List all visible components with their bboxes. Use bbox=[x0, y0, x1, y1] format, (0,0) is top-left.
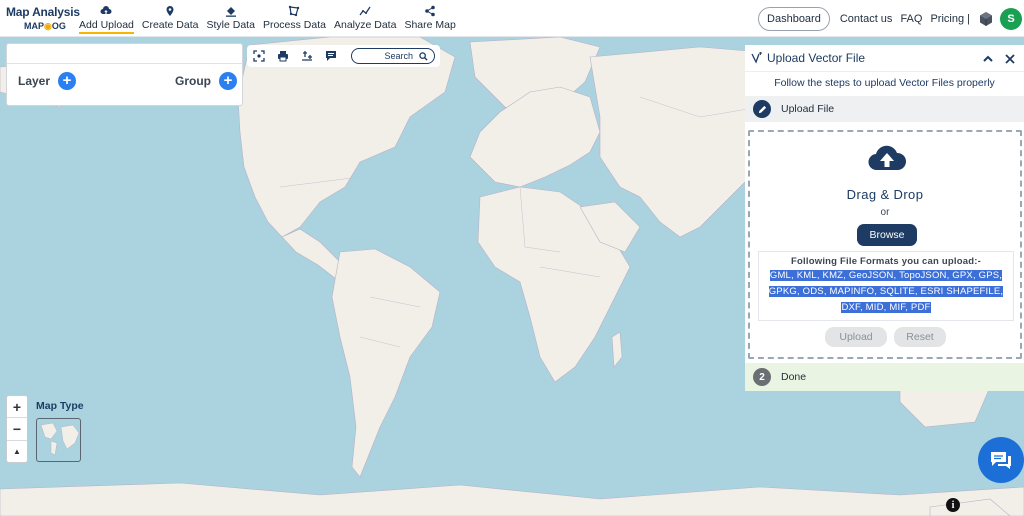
measure-icon[interactable] bbox=[301, 50, 313, 62]
map-search[interactable]: Search bbox=[351, 48, 435, 64]
chat-button[interactable] bbox=[978, 437, 1024, 483]
map-pin-icon bbox=[166, 6, 174, 16]
zoom-control: + − ▲ bbox=[6, 395, 28, 463]
step-upload-file[interactable]: Upload File bbox=[745, 96, 1024, 122]
step-done-number: 2 bbox=[753, 368, 771, 386]
cube-icon[interactable] bbox=[978, 11, 994, 27]
upload-panel-subtitle: Follow the steps to upload Vector Files … bbox=[774, 77, 995, 89]
upload-vector-panel: Upload Vector File Follow the steps to u… bbox=[745, 45, 1024, 391]
add-group-button[interactable]: + bbox=[219, 72, 237, 90]
print-icon[interactable] bbox=[277, 50, 289, 62]
nav-analyze-data[interactable]: Analyze Data bbox=[331, 5, 399, 35]
supported-formats-box: Following File Formats you can upload:- … bbox=[758, 251, 1014, 321]
step-done[interactable]: 2 Done bbox=[745, 363, 1024, 391]
or-separator: or bbox=[880, 207, 890, 218]
step-upload-file-label: Upload File bbox=[781, 103, 835, 115]
formats-header: Following File Formats you can upload:- bbox=[791, 256, 981, 267]
paint-bucket-icon bbox=[225, 7, 236, 17]
formats-list: GML, KML, KMZ, GeoJSON, TopoJSON, GPX, G… bbox=[768, 270, 1004, 313]
layer-row: Layer + bbox=[18, 72, 77, 90]
nav-add-upload[interactable]: Add Upload bbox=[76, 5, 137, 35]
logo-gis-mark: ◉ bbox=[44, 21, 52, 31]
comment-icon[interactable] bbox=[325, 50, 337, 62]
share-icon bbox=[425, 5, 435, 17]
app-logo[interactable]: Map Analysis MAP◉OG bbox=[6, 5, 80, 31]
dashboard-button[interactable]: Dashboard bbox=[758, 7, 830, 31]
formats-body: GML, KML, KMZ, GeoJSON, TopoJSON, GPX, G… bbox=[759, 267, 1013, 315]
nav-share-map[interactable]: Share Map bbox=[401, 5, 458, 35]
chat-icon bbox=[991, 452, 1011, 469]
cloud-upload-large-icon bbox=[868, 145, 906, 171]
upload-panel-header: Upload Vector File bbox=[745, 45, 1024, 72]
layer-panel: Layer + Group + bbox=[6, 43, 243, 106]
right-nav: Dashboard Contact us FAQ Pricing | S bbox=[758, 6, 1024, 32]
logo-title: Map Analysis bbox=[6, 5, 80, 19]
file-dropzone[interactable]: Drag & Drop or Browse Following File For… bbox=[748, 130, 1022, 359]
info-icon[interactable]: i bbox=[946, 498, 960, 512]
search-label: Search bbox=[384, 51, 413, 61]
analyze-icon bbox=[359, 6, 371, 16]
add-layer-button[interactable]: + bbox=[58, 72, 77, 90]
layer-panel-header bbox=[7, 44, 242, 64]
upload-panel-title: Upload Vector File bbox=[767, 51, 866, 65]
nav-process-data[interactable]: Process Data bbox=[260, 5, 329, 35]
drag-drop-title: Drag & Drop bbox=[846, 187, 924, 202]
nav-share-map-label: Share Map bbox=[404, 19, 456, 31]
vector-icon bbox=[751, 52, 762, 64]
reset-button[interactable]: Reset bbox=[894, 327, 946, 347]
nav-style-data-label: Style Data bbox=[206, 19, 255, 31]
nav-create-data[interactable]: Create Data bbox=[139, 5, 202, 35]
cloud-upload-icon bbox=[100, 6, 112, 14]
logo-subtitle: MAP◉OG bbox=[24, 21, 66, 32]
top-navbar: Map Analysis MAP◉OG Add Upload Create Da… bbox=[0, 0, 1024, 37]
collapse-icon[interactable] bbox=[980, 51, 996, 67]
map-thumbnail-image bbox=[40, 422, 80, 456]
user-avatar[interactable]: S bbox=[1000, 8, 1022, 30]
faq-link[interactable]: FAQ bbox=[900, 13, 922, 25]
pricing-link[interactable]: Pricing | bbox=[930, 13, 970, 25]
group-row: Group + bbox=[175, 72, 237, 90]
pencil-icon bbox=[753, 100, 771, 118]
search-icon bbox=[419, 51, 428, 61]
nav-analyze-data-label: Analyze Data bbox=[333, 19, 397, 31]
group-label: Group bbox=[175, 74, 211, 88]
close-icon[interactable] bbox=[1002, 51, 1018, 67]
compass-reset-button[interactable]: ▲ bbox=[7, 441, 27, 462]
layer-label: Layer bbox=[18, 74, 51, 88]
zoom-out-button[interactable]: − bbox=[7, 418, 27, 441]
logo-sub-prefix: MAP bbox=[24, 21, 44, 31]
zoom-in-button[interactable]: + bbox=[7, 396, 27, 419]
fullscreen-icon[interactable] bbox=[253, 50, 265, 62]
nav-style-data[interactable]: Style Data bbox=[204, 5, 258, 35]
nav-add-upload-label: Add Upload bbox=[79, 19, 134, 34]
upload-panel-controls bbox=[974, 51, 1018, 67]
logo-sub-suffix: OG bbox=[51, 21, 66, 31]
map-toolbar: Search bbox=[247, 45, 440, 67]
nav-process-data-label: Process Data bbox=[262, 19, 326, 31]
contact-link[interactable]: Contact us bbox=[840, 13, 893, 25]
nav-create-data-label: Create Data bbox=[141, 19, 199, 31]
browse-button[interactable]: Browse bbox=[857, 224, 917, 246]
map-type-label: Map Type bbox=[36, 400, 84, 412]
main-nav: Add Upload Create Data Style Data Proces… bbox=[76, 5, 459, 35]
polygon-edit-icon bbox=[289, 5, 300, 17]
map-type-thumbnail[interactable] bbox=[36, 418, 81, 462]
step-done-label: Done bbox=[781, 371, 807, 383]
upload-button[interactable]: Upload bbox=[825, 327, 887, 347]
